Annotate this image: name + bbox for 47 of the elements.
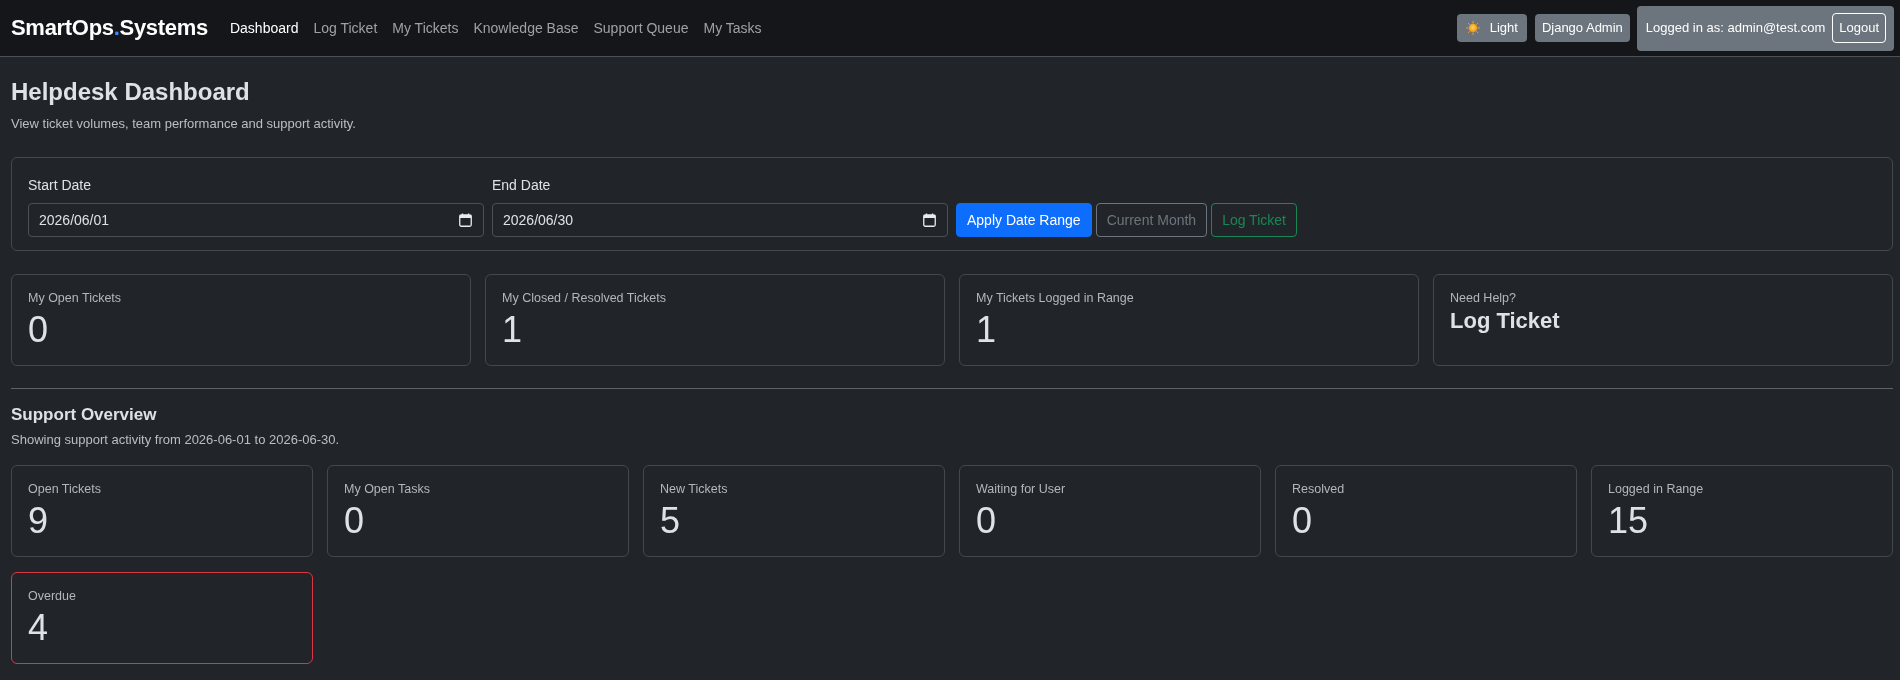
date-value: 2026/06/01 — [39, 210, 110, 230]
admin-button[interactable]: Django Admin — [1534, 14, 1630, 42]
stat-label: Logged in Range — [1608, 481, 1705, 498]
theme-toggle-button[interactable]: Light — [1456, 14, 1527, 42]
stat-value: 4 — [28, 606, 50, 650]
stat-label: My Open Tickets — [28, 290, 123, 307]
stat-value: 0 — [28, 308, 50, 352]
stat-value: 15 — [1608, 499, 1650, 543]
page-subtitle: View ticket volumes, team performance and support activity. — [11, 115, 357, 133]
nav-link[interactable]: Dashboard — [229, 18, 299, 38]
section-title: Support Overview — [11, 404, 158, 426]
field-label: End Date — [492, 176, 552, 195]
section-subtitle: Showing support activity from 2026-06-01 to 2026-06-30. — [11, 431, 341, 449]
nav-link[interactable]: Support Queue — [593, 18, 689, 38]
stat-label: Resolved — [1292, 481, 1346, 498]
stat-value: 9 — [28, 499, 50, 543]
date-value: 2026/06/30 — [503, 210, 574, 230]
card-label: Need Help? — [1450, 290, 1517, 307]
stat-value: 0 — [976, 499, 998, 543]
nav-link[interactable]: My Tasks — [703, 18, 762, 38]
stat-label: Waiting for User — [976, 481, 1067, 498]
brand-logo[interactable]: SmartOps.Systems — [11, 14, 208, 42]
calendar-icon[interactable] — [923, 213, 936, 227]
date-field[interactable]: 2026/06/01 — [28, 203, 484, 237]
stat-label: Open Tickets — [28, 481, 102, 498]
nav-link[interactable]: My Tickets — [392, 18, 459, 38]
sun-icon — [1465, 21, 1480, 35]
stat-value: 1 — [976, 308, 998, 352]
stat-label: Overdue — [28, 588, 77, 605]
stat-value: 0 — [344, 499, 366, 543]
date-field[interactable]: 2026/06/30 — [492, 203, 948, 237]
filter-button[interactable]: Apply Date Range — [956, 203, 1092, 237]
log-ticket-link[interactable]: Log Ticket — [1450, 308, 1560, 334]
stat-value: 1 — [502, 308, 524, 352]
nav-link[interactable]: Log Ticket — [313, 18, 378, 38]
logged-in-text: Logged in as: admin@test.com — [1645, 19, 1826, 38]
nav-link[interactable]: Knowledge Base — [473, 18, 579, 38]
logout-button[interactable]: Logout — [1832, 13, 1886, 43]
field-label: Start Date — [28, 176, 93, 195]
calendar-icon[interactable] — [459, 213, 472, 227]
stat-label: My Open Tasks — [344, 481, 431, 498]
stat-label: New Tickets — [660, 481, 729, 498]
stat-value: 0 — [1292, 499, 1314, 543]
page-title: Helpdesk Dashboard — [11, 77, 251, 106]
stat-value: 5 — [660, 499, 682, 543]
stat-label: My Tickets Logged in Range — [976, 290, 1135, 307]
stat-label: My Closed / Resolved Tickets — [502, 290, 667, 307]
